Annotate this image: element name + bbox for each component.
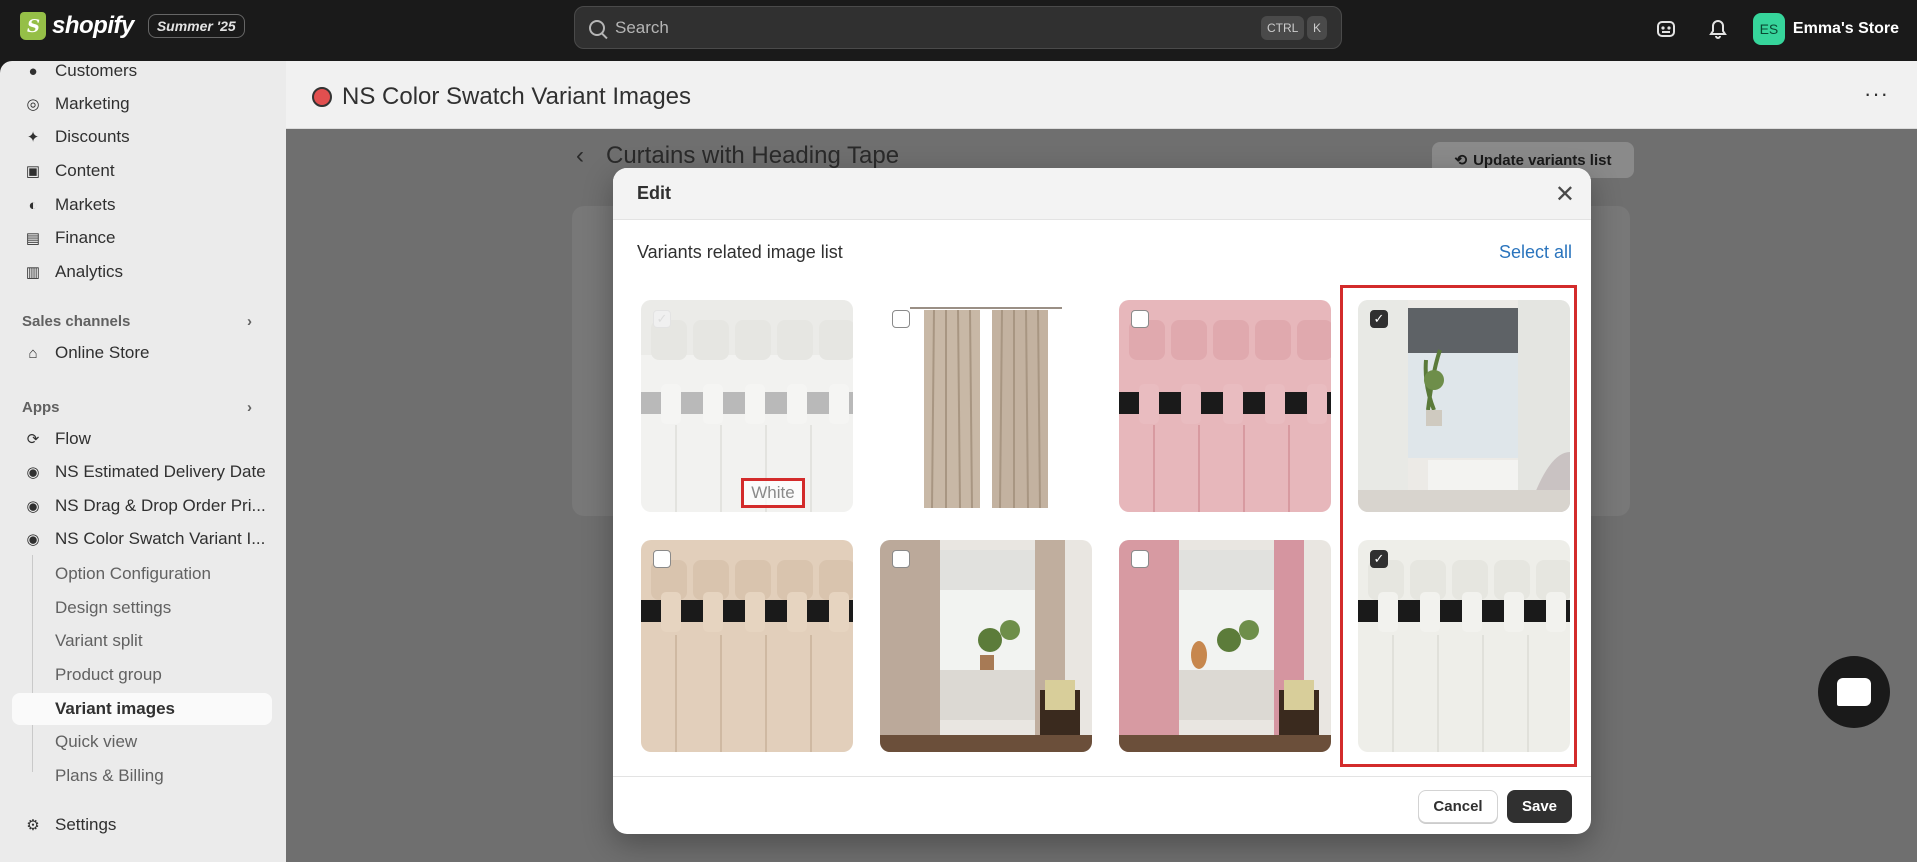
tile-checkbox[interactable] (1131, 310, 1149, 328)
sidebar-item-ns-estimated-delivery[interactable]: ◉ NS Estimated Delivery Date (12, 456, 272, 488)
store-name: Emma's Store (1792, 20, 1899, 37)
subitem-quick-view[interactable]: Quick view (55, 726, 137, 758)
sidebar-item-finance[interactable]: ▤ Finance (12, 222, 272, 254)
beige-curtain-pair-image (880, 300, 1092, 512)
subitem-plans-billing[interactable]: Plans & Billing (55, 760, 164, 792)
sales-channels-heading[interactable]: Sales channels › (22, 313, 252, 330)
list-label: Variants related image list (637, 242, 843, 262)
search-bar[interactable]: Search CTRL K (574, 6, 1342, 49)
tree-line (32, 555, 33, 772)
top-bar: shopify Summer '25 Search CTRL K ES Emma… (0, 0, 1917, 61)
modal-header: Edit ✕ (613, 168, 1591, 220)
apps-heading[interactable]: Apps › (22, 399, 252, 416)
chart-icon: ▥ (25, 264, 41, 281)
person-icon: ● (28, 62, 38, 80)
subitem-variant-images[interactable]: Variant images (55, 693, 175, 725)
sidebar: ● Customers ◎ Marketing ✦ Discounts ▣ Conten… (0, 61, 286, 862)
store-menu[interactable]: ES Emma's Store (1752, 13, 1899, 45)
sidebar-item-discounts[interactable]: ✦ Discounts (12, 121, 272, 153)
tile-checkbox[interactable]: ✓ (653, 310, 671, 328)
sidebar-item-ns-color-swatch[interactable]: ◉ NS Color Swatch Variant I... (12, 523, 272, 555)
search-placeholder: Search (615, 17, 669, 37)
cancel-button[interactable]: Cancel (1418, 790, 1498, 823)
modal-title: Edit (637, 183, 671, 203)
sidebar-item-marketing[interactable]: ◎ Marketing (12, 88, 272, 120)
page-title: NS Color Swatch Variant Images (312, 83, 691, 111)
variant-image-tile[interactable] (880, 540, 1092, 752)
back-arrow-icon[interactable]: ‹ (576, 142, 584, 170)
subitem-option-configuration[interactable]: Option Configuration (55, 558, 211, 590)
variant-image-tile[interactable]: ✓ White (641, 300, 853, 512)
app-icon: ◉ (26, 464, 40, 481)
shortcut-k: K (1307, 16, 1328, 40)
subitem-product-group[interactable]: Product group (55, 659, 162, 691)
more-actions-icon[interactable]: ··· (1864, 81, 1889, 107)
variant-image-tile[interactable] (1119, 300, 1331, 512)
subitem-design-settings[interactable]: Design settings (55, 592, 171, 624)
close-icon[interactable]: ✕ (1555, 180, 1575, 209)
brand-name: shopify (52, 12, 134, 39)
tile-checkbox[interactable] (1131, 550, 1149, 568)
sidebar-item-analytics[interactable]: ▥ Analytics (12, 256, 272, 288)
discount-icon: ✦ (26, 129, 40, 146)
save-button[interactable]: Save (1507, 790, 1572, 823)
bank-icon: ▤ (25, 230, 41, 247)
variant-image-tile[interactable] (641, 540, 853, 752)
product-title: Curtains with Heading Tape (606, 142, 900, 169)
pink-curtain-rod-image (1119, 300, 1331, 512)
shopify-bag-icon (20, 12, 46, 40)
shopify-logo[interactable]: shopify Summer '25 (20, 12, 245, 40)
content-icon: ▣ (25, 163, 41, 180)
sidebar-item-online-store[interactable]: ⌂ Online Store (12, 337, 272, 369)
sidebar-item-markets[interactable]: ◐ Markets (12, 189, 272, 221)
refresh-icon: ⟲ (1454, 152, 1468, 169)
beige-curtain-rod-image (641, 540, 853, 752)
avatar: ES (1752, 13, 1785, 45)
chevron-right-icon: › (247, 399, 252, 416)
tile-checkbox[interactable] (892, 310, 910, 328)
chat-button[interactable] (1818, 656, 1890, 728)
chat-icon (1837, 678, 1871, 706)
shortcut-ctrl: CTRL (1261, 16, 1305, 40)
app-icon: ◉ (26, 531, 40, 548)
app-header: NS Color Swatch Variant Images ··· (286, 61, 1917, 129)
select-all-link[interactable]: Select all (1499, 242, 1572, 263)
tile-checkbox[interactable] (892, 550, 910, 568)
store-icon: ⌂ (28, 344, 38, 362)
edit-modal: Edit ✕ Variants related image list Selec… (613, 168, 1591, 834)
globe-icon: ◐ (28, 196, 38, 214)
app-icon: ◉ (26, 498, 40, 515)
sidebar-item-settings[interactable]: ⚙ Settings (12, 809, 272, 841)
bell-icon[interactable] (1701, 12, 1735, 46)
edition-badge[interactable]: Summer '25 (147, 14, 245, 38)
chevron-right-icon: › (247, 313, 252, 330)
flow-icon: ⟳ (26, 431, 40, 448)
variant-image-tile[interactable] (1119, 540, 1331, 752)
sidebar-item-customers[interactable]: ● Customers (12, 55, 272, 87)
sidebar-item-flow[interactable]: ⟳ Flow (12, 423, 272, 455)
subitem-variant-split[interactable]: Variant split (55, 625, 143, 657)
target-icon: ◎ (26, 96, 40, 113)
selection-highlight (1340, 285, 1577, 767)
sidebar-item-ns-drag-drop[interactable]: ◉ NS Drag & Drop Order Pri... (12, 490, 272, 522)
beige-curtain-room-image (880, 540, 1092, 752)
color-label-white: White (741, 478, 805, 508)
modal-footer: Cancel Save (613, 776, 1591, 834)
gear-icon: ⚙ (26, 817, 40, 834)
search-icon (589, 19, 605, 36)
variant-image-tile[interactable] (880, 300, 1092, 512)
sidebar-item-content[interactable]: ▣ Content (12, 155, 272, 187)
app-logo-icon (312, 87, 332, 107)
sidekick-icon[interactable] (1649, 12, 1683, 46)
tile-checkbox[interactable] (653, 550, 671, 568)
pink-curtain-room-image (1119, 540, 1331, 752)
